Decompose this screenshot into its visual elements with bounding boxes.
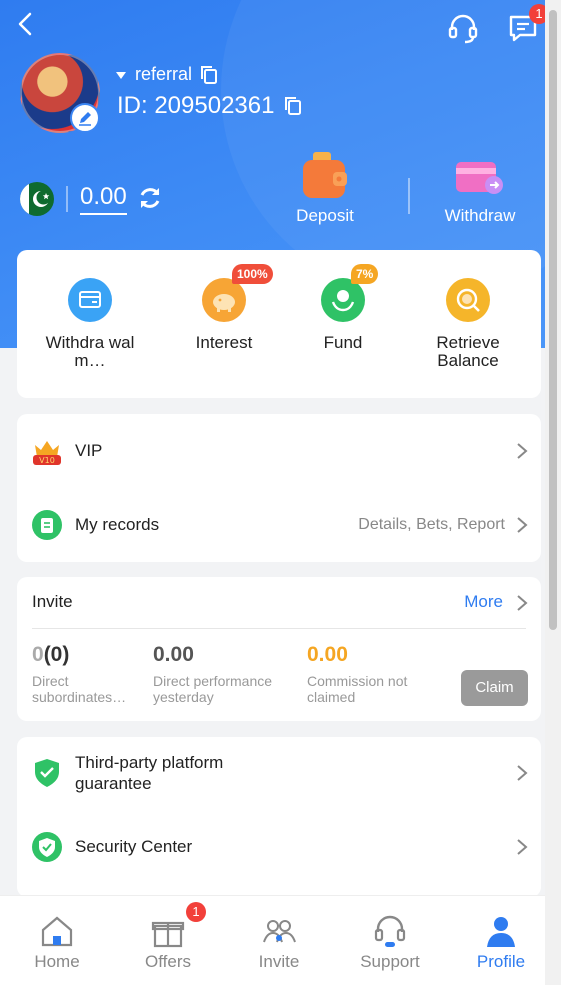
subordinates-count: 0 <box>32 643 44 666</box>
chevron-right-icon <box>517 765 528 781</box>
gift-icon: 1 <box>150 902 206 948</box>
shield-check-icon <box>35 759 59 787</box>
withdraw-label: Withdraw <box>444 206 516 225</box>
tab-support[interactable]: Support <box>345 914 435 972</box>
invite-title: Invite <box>32 592 73 611</box>
security-icon <box>32 832 62 862</box>
security-center-row[interactable]: Security Center <box>17 817 541 877</box>
quick-action-label: Fund <box>323 333 363 352</box>
headset-icon[interactable] <box>447 12 479 44</box>
copy-icon[interactable] <box>200 65 218 85</box>
tab-invite[interactable]: Invite <box>234 914 324 972</box>
wallet-card-icon <box>68 278 112 322</box>
deposit-button[interactable]: Deposit <box>265 150 385 226</box>
records-icon <box>32 510 62 540</box>
direct-subordinates-stat: 0(0) Direct subordinates… <box>32 643 142 705</box>
invite-card: Invite More 0(0) Direct subordinates… 0.… <box>17 577 541 721</box>
tab-home[interactable]: Home <box>12 914 102 972</box>
headset-icon <box>372 914 408 948</box>
divider <box>408 178 410 214</box>
tab-offers[interactable]: 1 Offers <box>123 902 213 972</box>
tab-label: Offers <box>145 952 191 971</box>
interest-badge: 100% <box>232 264 273 284</box>
piggy-bank-icon: 100% <box>202 264 273 322</box>
subordinates-paren: (0) <box>43 643 70 666</box>
quick-action-label: Interest <box>195 333 253 352</box>
user-id-row: ID: 209502361 <box>117 92 302 120</box>
chevron-right-icon <box>517 443 528 459</box>
claim-button[interactable]: Claim <box>461 670 528 706</box>
tab-profile[interactable]: Profile <box>456 914 546 972</box>
pencil-icon <box>79 112 91 126</box>
referral-row[interactable]: referral <box>115 64 218 85</box>
tab-label: Profile <box>476 952 526 971</box>
user-id: ID: 209502361 <box>117 92 275 119</box>
guarantee-label: Third-party platform guarantee <box>75 753 224 793</box>
offers-badge: 1 <box>186 902 206 922</box>
invite-more-link[interactable]: More <box>464 592 503 612</box>
stat-label: Direct performance yesterday <box>153 673 273 705</box>
tab-label: Invite <box>258 952 300 971</box>
stat-label: Commission not claimed <box>307 673 408 705</box>
stat-value: 0.00 <box>153 643 194 666</box>
home-icon <box>39 914 75 948</box>
copy-icon[interactable] <box>284 96 302 116</box>
refresh-icon[interactable] <box>137 185 163 211</box>
menu-card: V10 VIP My records Details, Bets, Report <box>17 414 541 562</box>
security-card: Third-party platform guarantee Security … <box>17 737 541 897</box>
stat-value: 0.00 <box>307 643 348 666</box>
coin-search-icon <box>446 278 490 322</box>
stat-label: Direct subordinates… <box>32 673 127 705</box>
pakistan-flag-icon <box>20 182 54 216</box>
crown-icon: V10 <box>33 441 61 465</box>
divider <box>32 628 526 629</box>
chevron-right-icon <box>517 517 528 533</box>
fund-badge: 7% <box>351 264 379 284</box>
card-icon <box>454 150 506 202</box>
referral-label: referral <box>135 64 193 84</box>
bottom-tab-bar: Home 1 Offers Invite Support Profile <box>0 895 545 985</box>
direct-performance-stat: 0.00 Direct performance yesterday <box>153 643 293 705</box>
quick-actions-card: Withdra wal m… 100% Interest 7% Fund Ret… <box>17 250 541 398</box>
scrollbar[interactable] <box>545 0 561 985</box>
vip-label: VIP <box>75 441 103 460</box>
vip-row[interactable]: V10 VIP <box>17 421 541 481</box>
tab-label: Home <box>34 952 80 971</box>
quick-action-label: Withdra wal m… <box>45 333 135 370</box>
scrollbar-thumb[interactable] <box>549 10 557 630</box>
interest-button[interactable]: 100% Interest <box>169 264 279 352</box>
deposit-label: Deposit <box>296 206 354 225</box>
fund-icon: 7% <box>321 264 379 322</box>
fund-button[interactable]: 7% Fund <box>288 264 398 352</box>
commission-stat: 0.00 Commission not claimed <box>307 643 447 705</box>
withdrawal-method-button[interactable]: Withdra wal m… <box>35 278 145 370</box>
vip-level-text: V10 <box>39 456 55 465</box>
my-records-row[interactable]: My records Details, Bets, Report <box>17 495 541 555</box>
wallet-icon <box>299 150 351 202</box>
chevron-right-icon <box>517 839 528 855</box>
chevron-right-icon[interactable] <box>515 593 529 613</box>
security-center-label: Security Center <box>75 837 193 856</box>
withdraw-button[interactable]: Withdraw <box>420 150 540 226</box>
divider <box>66 186 68 212</box>
people-icon <box>261 914 297 948</box>
edit-avatar-button[interactable] <box>70 103 100 133</box>
my-records-label: My records <box>75 515 160 534</box>
balance-amount: 0.00 <box>80 183 127 215</box>
third-party-guarantee-row[interactable]: Third-party platform guarantee <box>17 743 541 803</box>
tab-label: Support <box>360 952 420 971</box>
back-arrow-icon[interactable] <box>14 10 38 38</box>
my-records-hint: Details, Bets, Report <box>358 516 505 533</box>
retrieve-balance-button[interactable]: Retrieve Balance <box>413 278 523 370</box>
quick-action-label: Retrieve Balance <box>436 333 500 370</box>
caret-down-icon <box>116 71 126 79</box>
user-icon <box>483 914 519 948</box>
